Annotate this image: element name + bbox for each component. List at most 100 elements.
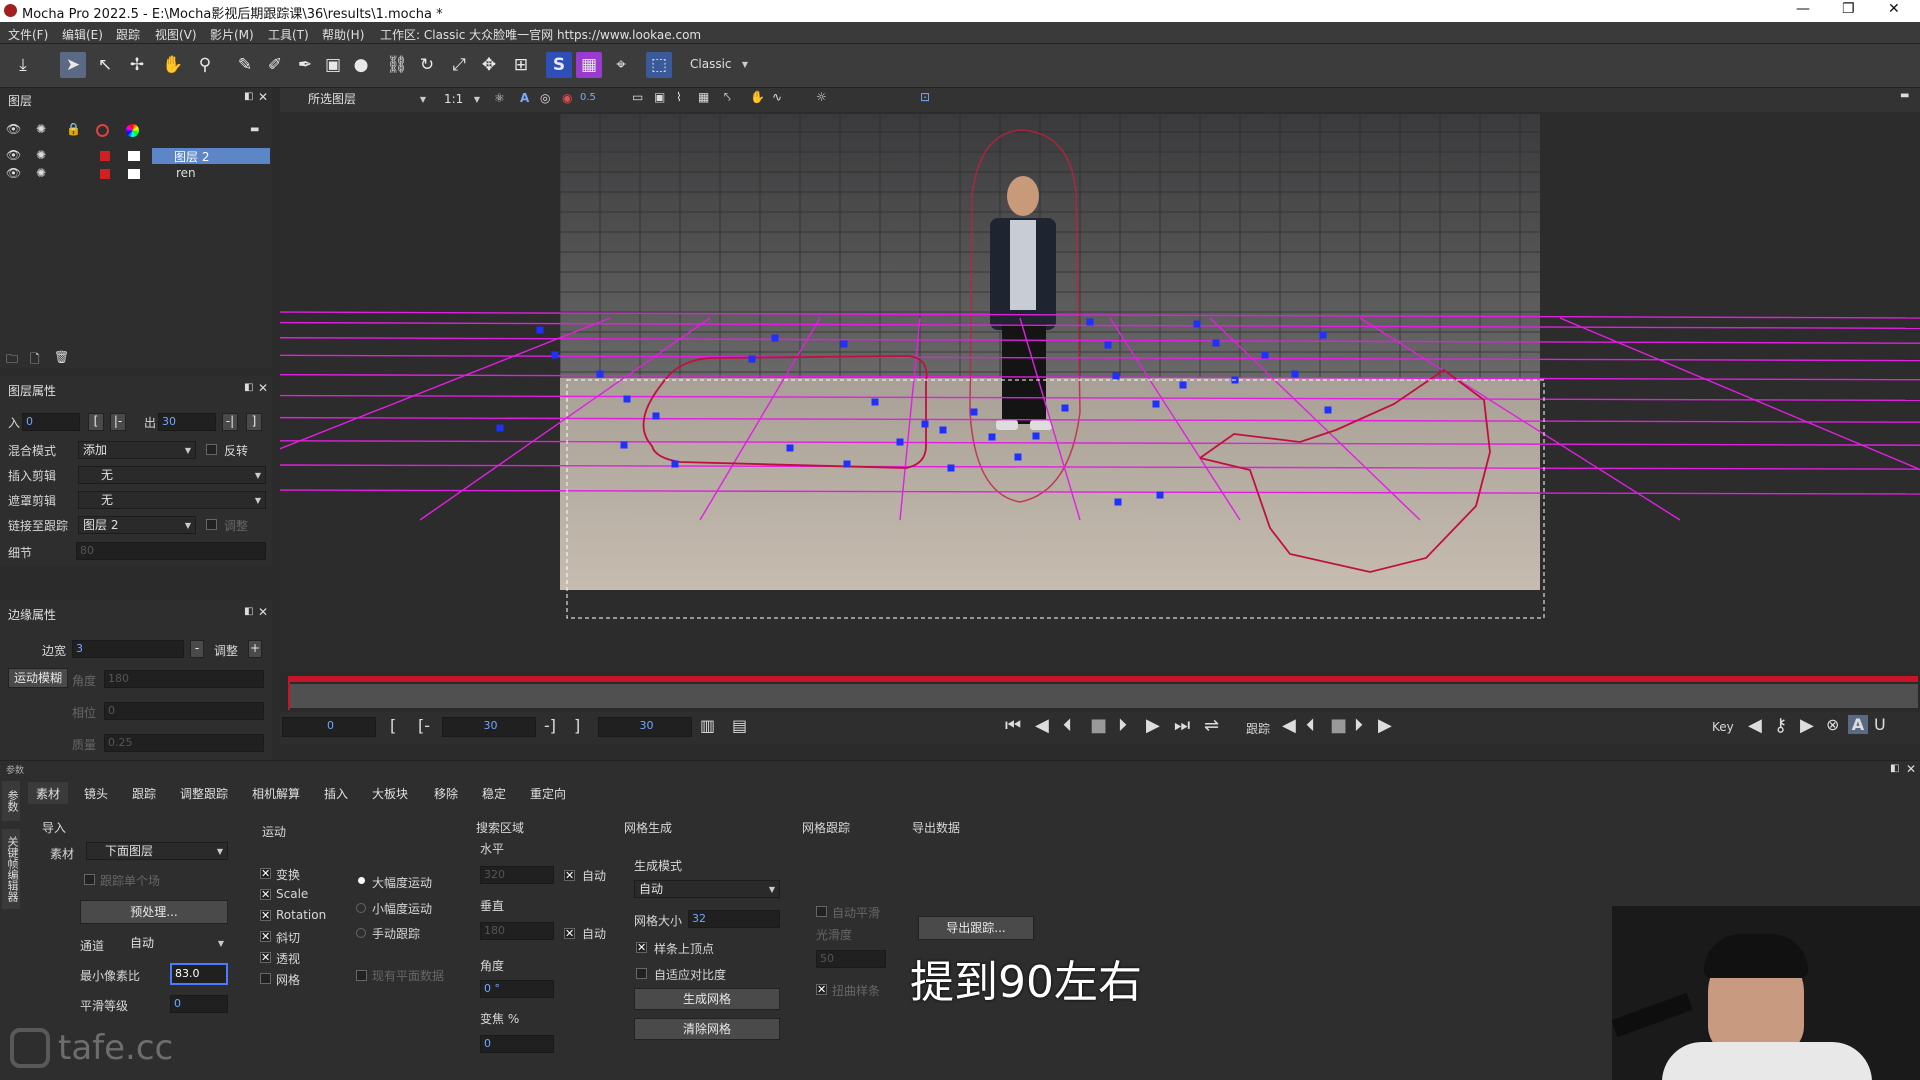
reset-view-icon[interactable]: ⊡ [920,90,930,104]
gear-icon[interactable]: ✺ [36,166,46,180]
select-point-icon[interactable]: ↖ [92,52,118,78]
goto-start-icon[interactable]: ⏮ [1005,715,1021,736]
tab-megaplate[interactable]: 大板块 [364,782,416,804]
workspace-select[interactable]: Classic [686,56,752,74]
tab-camera-solve[interactable]: 相机解算 [244,782,308,804]
spline-view-icon[interactable]: ⌇ [676,90,682,104]
set-in-button[interactable]: [ [88,413,104,431]
existing-plane-checkbox[interactable] [356,970,367,981]
step-back-icon[interactable]: ⏴ [1063,715,1072,736]
clip-select[interactable]: 下面图层 [86,842,228,860]
rotate-icon[interactable]: ↻ [414,52,440,78]
track-stop-icon[interactable]: ■ [1330,715,1347,736]
set-in-icon[interactable]: [ [390,716,396,735]
new-folder-icon[interactable]: 🗀 [6,350,18,371]
goto-in-icon[interactable]: [- [418,716,430,735]
auto-smooth-checkbox[interactable] [816,906,827,917]
goto-out-icon[interactable]: -] [544,716,556,735]
float-icon[interactable]: ◧ [244,91,253,102]
track-step-back-icon[interactable]: ⏴ [1306,715,1315,736]
alpha-icon[interactable]: A [520,91,529,105]
out-frame-field[interactable]: 30 [598,717,692,737]
out-point-field[interactable]: 30 [158,413,216,431]
eye-icon[interactable]: 👁 [6,166,21,180]
gen-mode-select[interactable]: 自动 [634,880,780,898]
clear-mesh-button[interactable]: 清除网格 [634,1018,780,1040]
tab-reorient[interactable]: 重定向 [522,782,574,804]
edge-plus-button[interactable]: + [248,640,262,658]
phase-field[interactable]: 0 [104,702,264,720]
goto-in-button[interactable]: |- [110,413,126,431]
shear-checkbox[interactable]: ✕ [260,931,271,942]
opacity-value[interactable]: 0.5 [580,92,596,103]
edge-width-field[interactable]: 3 [72,640,184,658]
reset-range-icon[interactable]: ▤ [732,716,747,735]
set-out-button[interactable]: ] [246,413,262,431]
float-icon[interactable]: ◧ [1890,763,1899,774]
matte-overlay-icon[interactable]: ◉ [562,91,572,105]
tab-remove[interactable]: 移除 [426,782,466,804]
tab-clip[interactable]: 素材 [28,782,69,804]
in-frame-field[interactable]: 30 [442,717,536,737]
menu-help[interactable]: 帮助(H) [322,26,364,43]
trim-icon[interactable]: ▥ [700,716,715,735]
export-tracking-button[interactable]: 导出跟踪... [918,916,1034,940]
eye-icon[interactable]: 👁 [6,148,21,162]
current-frame-field[interactable]: 0 [282,717,376,737]
zoom-select[interactable]: 1:1 [440,91,484,109]
menu-workspace[interactable]: 工作区: Classic 大众脸唯一官网 https://www.lookae.… [380,26,701,43]
timeline-ruler[interactable] [288,684,1918,708]
scale-icon[interactable]: ⤢ [446,52,472,78]
menu-tools[interactable]: 工具(T) [268,26,309,43]
grid-view-icon[interactable]: ▦ [698,90,709,104]
add-key-icon[interactable]: ⚷ [1774,715,1787,736]
layer-view-icon[interactable]: ▣ [654,90,665,104]
keyframe-editor-side-tab[interactable]: 关键帧编辑器 [2,829,20,909]
spline-vertices-checkbox[interactable]: ✕ [636,942,647,953]
surface-icon[interactable]: S [546,52,572,78]
tab-adjust-track[interactable]: 调整跟踪 [172,782,236,804]
vertical-auto-checkbox[interactable]: ✕ [564,928,575,939]
view-toggle-icon[interactable]: ▭ [632,90,643,104]
layer-menu-icon[interactable]: ▬ [250,124,259,135]
large-motion-radio[interactable] [358,877,365,884]
tab-lens[interactable]: 镜头 [76,782,116,804]
manual-track-radio[interactable] [356,928,366,938]
brightness-icon[interactable]: ☼ [816,90,827,104]
select-tool-icon[interactable]: ➤ [60,52,86,78]
xspline-icon[interactable]: ✎ [232,52,258,78]
tab-insert[interactable]: 插入 [316,782,356,804]
save-icon[interactable]: ⤓ [10,52,36,78]
timeline[interactable] [280,672,1920,712]
next-key-icon[interactable]: ▶ [1800,715,1814,736]
add-point-icon[interactable]: ✢ [124,52,150,78]
delete-all-keys-icon[interactable]: ⊗ [1826,715,1839,734]
small-motion-radio[interactable] [356,903,366,913]
preprocess-button[interactable]: 预处理... [80,900,228,924]
auto-key-icon[interactable]: A [1848,715,1868,734]
smooth-field[interactable]: 0 [170,995,228,1013]
edge-minus-button[interactable]: - [190,640,204,658]
track-single-field-checkbox[interactable] [84,874,95,885]
new-layer-icon[interactable]: 🗋 [30,350,40,371]
mesh-grid-icon[interactable]: ▦ [576,52,602,78]
panel-close-icon[interactable]: ✕ [1906,762,1916,776]
grid-icon[interactable]: ⊞ [508,52,534,78]
panel-close-icon[interactable]: ✕ [258,381,268,395]
quality-field[interactable]: 0.25 [104,734,264,752]
mesh-size-field[interactable]: 32 [688,910,780,928]
motion-blur-button[interactable]: 运动模糊 [8,668,68,688]
horizontal-field[interactable]: 320 [480,866,554,884]
panel-close-icon[interactable]: ✕ [258,90,268,104]
rgb-channel-icon[interactable]: ⚛ [494,91,505,105]
menu-movie[interactable]: 影片(M) [210,26,254,43]
minimize-icon[interactable]: — [1796,1,1810,17]
overlay-icon[interactable]: ◎ [540,91,550,105]
layer-row[interactable]: 👁 ✺ 图层 2 [0,148,272,165]
prev-frame-icon[interactable]: ◀ [1035,715,1049,736]
magnet-icon[interactable]: U [1874,715,1886,734]
goto-out-button[interactable]: -| [222,413,238,431]
hand-tool-icon[interactable]: ✋ [160,52,186,78]
track-step-forward-icon[interactable]: ⏵ [1354,715,1363,736]
channel-select[interactable]: 自动 [126,935,228,953]
